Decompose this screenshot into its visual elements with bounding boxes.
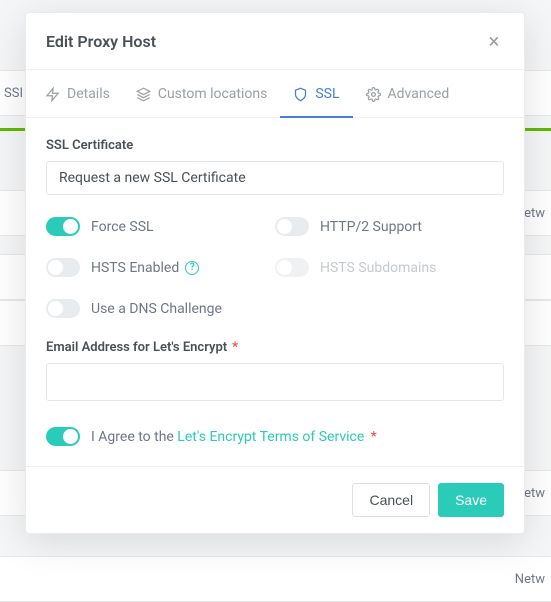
tab-label: SSL — [315, 86, 339, 102]
modal-body: SSL Certificate Request a new SSL Certif… — [26, 118, 524, 466]
tab-bar: Details Custom locations SSL Advanced — [26, 69, 524, 118]
settings-icon — [366, 87, 381, 102]
tab-label: Custom locations — [158, 86, 268, 102]
email-field[interactable] — [46, 363, 504, 401]
tos-link[interactable]: Let's Encrypt Terms of Service — [177, 429, 364, 445]
tab-label: Advanced — [388, 86, 450, 102]
zap-icon — [45, 87, 60, 102]
http2-toggle[interactable] — [275, 217, 309, 236]
dns-label: Use a DNS Challenge — [91, 301, 222, 317]
ssl-cert-select[interactable]: Request a new SSL Certificate — [46, 161, 504, 195]
hsts-sub-label: HSTS Subdomains — [320, 260, 436, 276]
help-icon[interactable]: ? — [185, 261, 199, 275]
bg-row: Netw — [0, 556, 551, 602]
modal-header: Edit Proxy Host × — [26, 13, 524, 69]
email-label: Email Address for Let's Encrypt* — [46, 340, 504, 355]
ssl-cert-label: SSL Certificate — [46, 138, 504, 153]
save-button[interactable]: Save — [438, 483, 504, 517]
cancel-button[interactable]: Cancel — [352, 483, 430, 517]
dns-toggle[interactable] — [46, 299, 80, 318]
edit-proxy-host-modal: Edit Proxy Host × Details Custom locatio… — [25, 12, 525, 534]
hsts-sub-toggle — [275, 258, 309, 277]
dns-row: Use a DNS Challenge — [46, 299, 504, 318]
hsts-row: HSTS Enabled ? — [46, 258, 275, 277]
tab-custom-locations[interactable]: Custom locations — [123, 70, 281, 118]
modal-footer: Cancel Save — [26, 466, 524, 533]
agree-text: I Agree to the Let's Encrypt Terms of Se… — [91, 429, 377, 445]
hsts-toggle[interactable] — [46, 258, 80, 277]
tab-ssl[interactable]: SSL — [280, 70, 352, 118]
agree-row: I Agree to the Let's Encrypt Terms of Se… — [46, 427, 504, 446]
hsts-sub-row: HSTS Subdomains — [275, 258, 504, 277]
shield-icon — [293, 87, 308, 102]
close-icon[interactable]: × — [484, 31, 504, 51]
layers-icon — [136, 87, 151, 102]
force-ssl-label: Force SSL — [91, 219, 154, 235]
tab-advanced[interactable]: Advanced — [353, 70, 463, 118]
tab-details[interactable]: Details — [32, 70, 123, 118]
http2-row: HTTP/2 Support — [275, 217, 504, 236]
hsts-label: HSTS Enabled ? — [91, 260, 199, 276]
tab-label: Details — [67, 86, 110, 102]
http2-label: HTTP/2 Support — [320, 219, 422, 235]
modal-title: Edit Proxy Host — [46, 32, 156, 51]
agree-toggle[interactable] — [46, 427, 80, 446]
force-ssl-toggle[interactable] — [46, 217, 80, 236]
force-ssl-row: Force SSL — [46, 217, 275, 236]
